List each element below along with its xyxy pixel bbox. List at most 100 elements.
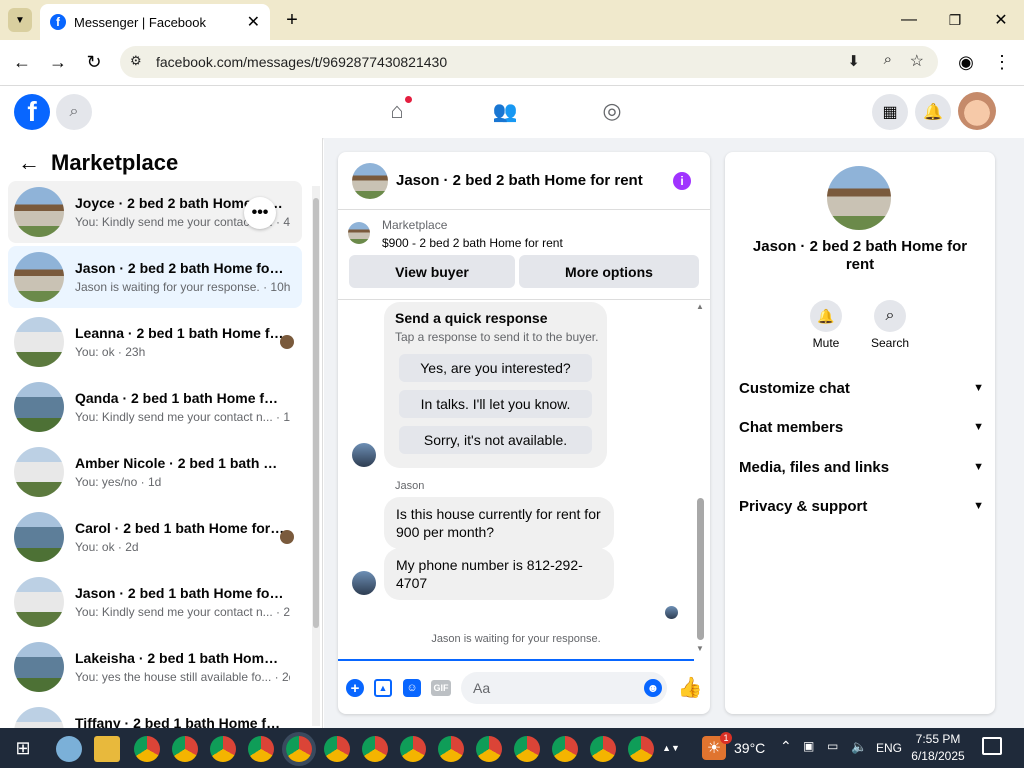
browser-menu-icon[interactable]: ⋮ [990, 50, 1014, 74]
chrome-profile-icon[interactable] [172, 736, 198, 762]
install-app-icon[interactable]: ⬇ [847, 52, 860, 70]
conversation-item[interactable]: Tiffany · 2 bed 1 bath Home for rent [8, 701, 302, 728]
file-explorer-icon[interactable] [94, 736, 120, 762]
conversation-item[interactable]: Lakeisha · 2 bed 1 bath Home for rent You… [8, 636, 302, 698]
sticker-icon[interactable]: ☺ [403, 679, 421, 697]
sidebar-title: Marketplace [51, 150, 179, 175]
add-plus-icon[interactable]: + [346, 679, 364, 697]
back-arrow-icon[interactable]: ← [16, 150, 42, 176]
chrome-profile-icon[interactable] [438, 736, 464, 762]
mute-bell-icon[interactable]: 🔔 [810, 300, 842, 332]
sender-avatar[interactable] [352, 571, 376, 595]
message-input[interactable]: Aa ☻ [461, 672, 667, 704]
search-icon[interactable]: ⌕ [56, 94, 92, 130]
view-buyer-button[interactable]: View buyer [349, 255, 515, 288]
conversation-item[interactable]: Jason · 2 bed 2 bath Home for rent Jason … [8, 246, 302, 308]
listing-title[interactable]: $900 - 2 bed 2 bath Home for rent [382, 236, 563, 250]
info-icon[interactable]: i [673, 172, 691, 190]
chrome-profile-icon[interactable] [552, 736, 578, 762]
conversation-item[interactable]: Joyce · 2 bed 2 bath Home for rent You: K… [8, 181, 302, 243]
emoji-icon[interactable]: ☻ [644, 679, 662, 697]
chrome-profile-icon[interactable] [590, 736, 616, 762]
sender-avatar[interactable] [352, 443, 376, 467]
tab-list-button[interactable]: ▼ [8, 8, 32, 32]
conversation-item[interactable]: Leanna · 2 bed 1 bath Home for rent You: … [8, 311, 302, 373]
conversation-thumbnail [14, 187, 64, 237]
app-icon[interactable] [56, 736, 82, 762]
site-settings-icon[interactable]: ⚙ [130, 53, 142, 69]
back-arrow-icon[interactable]: ← [10, 50, 34, 74]
privacy-support-row[interactable]: Privacy & support ▼ [739, 494, 984, 518]
volume-icon[interactable]: 🔈 [851, 739, 867, 755]
scrollbar-thumb[interactable] [697, 498, 704, 640]
profile-icon[interactable]: ◉ [954, 50, 978, 74]
chrome-profile-icon[interactable] [324, 736, 350, 762]
chat-avatar[interactable] [352, 163, 388, 199]
conversation-item[interactable]: Jason · 2 bed 1 bath Home for rent You: K… [8, 571, 302, 633]
address-bar[interactable]: ⚙ facebook.com/messages/t/96928774308214… [120, 46, 938, 78]
bookmark-star-icon[interactable]: ☆ [910, 51, 924, 71]
account-avatar[interactable] [958, 92, 996, 130]
chrome-profile-icon[interactable] [476, 736, 502, 762]
clock-time[interactable]: 7:55 PM [906, 732, 970, 746]
new-tab-button[interactable]: + [280, 8, 304, 32]
chrome-profile-icon[interactable] [362, 736, 388, 762]
listing-thumbnail[interactable] [348, 222, 370, 244]
sender-name: Jason [395, 480, 425, 492]
clock-date[interactable]: 6/18/2025 [906, 749, 970, 763]
media-files-row[interactable]: Media, files and links ▼ [739, 455, 984, 479]
close-tab-icon[interactable]: ✕ [247, 12, 260, 32]
close-window-button[interactable]: ✕ [988, 8, 1014, 32]
conversation-item[interactable]: Qanda · 2 bed 1 bath Home for rent You: K… [8, 376, 302, 438]
chrome-profile-icon[interactable] [248, 736, 274, 762]
chat-scrollbar[interactable]: ▲ ▼ [696, 302, 705, 654]
taskbar-scroll-icon[interactable]: ▲▼ [662, 734, 680, 762]
more-options-button[interactable]: More options [519, 255, 699, 288]
menu-grid-icon[interactable]: ▦ [872, 94, 908, 130]
reload-icon[interactable]: ↻ [82, 50, 106, 74]
temperature[interactable]: 39°C [734, 740, 765, 756]
quick-reply-button[interactable]: In talks. I'll let you know. [399, 390, 592, 418]
chrome-profile-icon[interactable] [514, 736, 540, 762]
chrome-profile-icon[interactable] [628, 736, 654, 762]
like-thumb-icon[interactable]: 👍 [678, 676, 703, 699]
forward-arrow-icon[interactable]: → [46, 50, 70, 74]
quick-reply-button[interactable]: Sorry, it's not available. [399, 426, 592, 454]
quick-reply-button[interactable]: Yes, are you interested? [399, 354, 592, 382]
chrome-profile-icon[interactable] [210, 736, 236, 762]
friends-icon[interactable]: 👥 [490, 96, 520, 126]
display-icon[interactable]: ▭ [827, 739, 838, 753]
maximize-button[interactable]: ❐ [942, 8, 968, 32]
notifications-icon[interactable] [982, 737, 1002, 755]
start-button-icon[interactable]: ⊞ [12, 737, 34, 759]
conversation-item[interactable]: Amber Nicole · 2 bed 1 bath Home for ren… [8, 441, 302, 503]
facebook-logo-icon[interactable]: f [14, 94, 50, 130]
gif-icon[interactable]: GIF [431, 680, 451, 696]
zoom-icon[interactable]: ⌕ [884, 51, 892, 68]
conversation-item[interactable]: Carol · 2 bed 1 bath Home for rent You: o… [8, 506, 302, 568]
customize-chat-row[interactable]: Customize chat ▼ [739, 376, 984, 400]
chrome-profile-icon[interactable] [134, 736, 160, 762]
sidebar-scrollbar[interactable] [312, 186, 320, 726]
chat-header-title[interactable]: Jason · 2 bed 2 bath Home for rent [396, 172, 643, 189]
chrome-profile-icon[interactable] [400, 736, 426, 762]
scroll-down-arrow[interactable]: ▼ [696, 644, 704, 653]
scroll-up-arrow[interactable]: ▲ [696, 302, 704, 311]
scrollbar-thumb[interactable] [313, 198, 319, 628]
language-indicator[interactable]: ENG [876, 741, 902, 755]
notifications-bell-icon[interactable]: 🔔 [915, 94, 951, 130]
home-icon[interactable]: ⌂ [382, 96, 412, 126]
chrome-profile-icon[interactable] [286, 736, 312, 762]
network-icon[interactable]: ▣ [803, 739, 814, 753]
conversation-preview: Jason is waiting for your response. · 10… [75, 280, 290, 294]
minimize-button[interactable]: — [896, 8, 922, 32]
groups-icon[interactable]: ◎ [597, 96, 627, 126]
more-options-icon[interactable]: ••• [244, 197, 276, 229]
photo-icon[interactable]: ▲ [374, 679, 392, 697]
chat-members-row[interactable]: Chat members ▼ [739, 415, 984, 439]
search-icon[interactable]: ⌕ [874, 300, 906, 332]
weather-icon[interactable]: ☀ 1 [702, 732, 732, 760]
details-avatar[interactable] [827, 166, 891, 230]
show-hidden-icons-icon[interactable]: ⌃ [780, 738, 792, 755]
browser-tab[interactable]: f Messenger | Facebook ✕ [40, 4, 270, 40]
